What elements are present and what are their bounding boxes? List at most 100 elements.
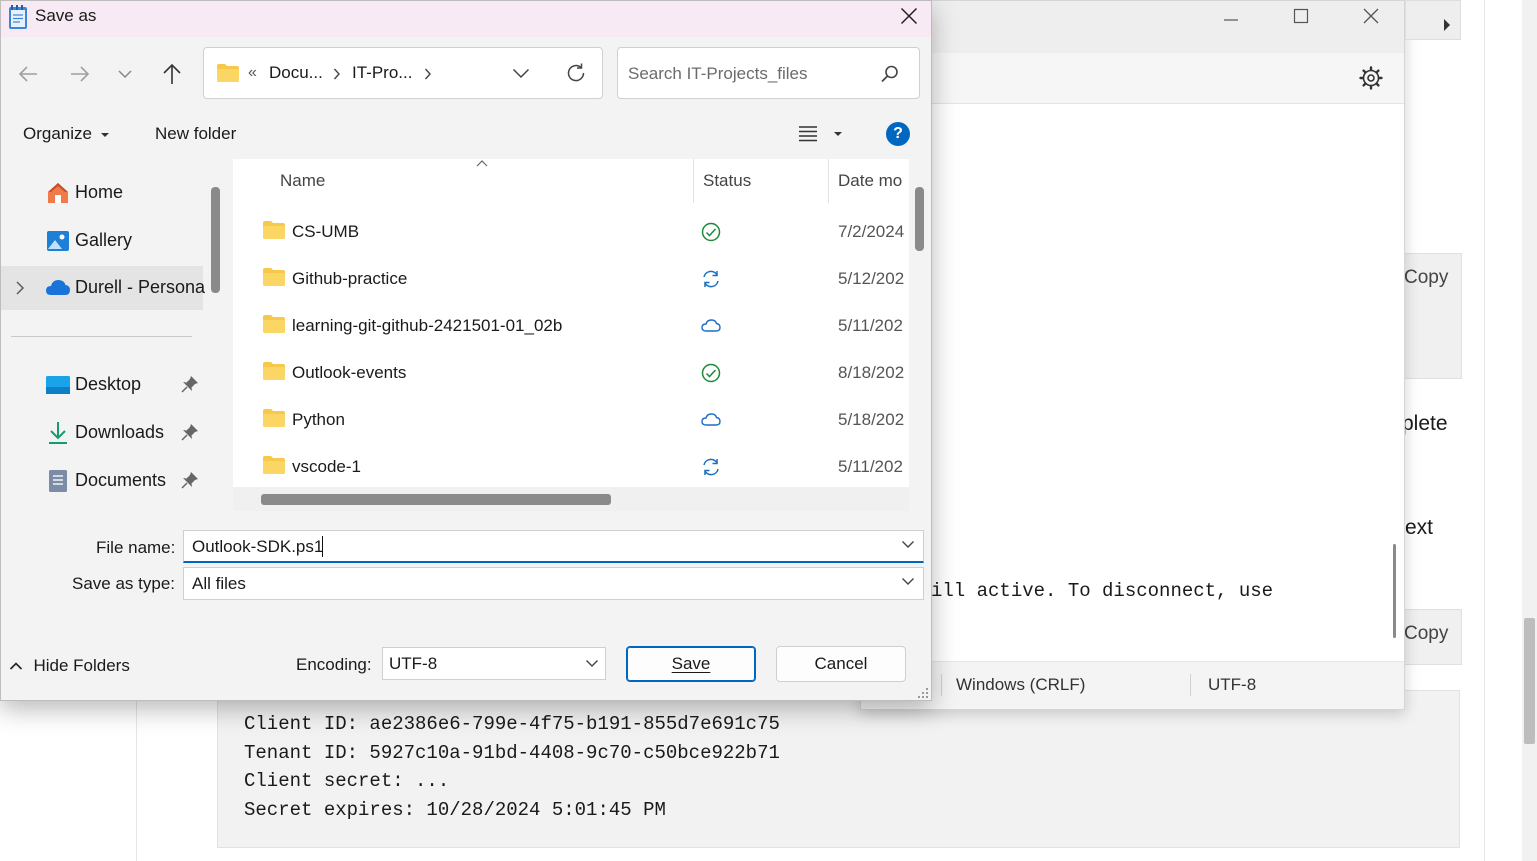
nav-label: Desktop xyxy=(75,374,142,394)
nav-item-desktop[interactable]: Desktop xyxy=(1,363,203,407)
nav-item-onedrive[interactable]: Durell - Personal xyxy=(1,266,209,310)
search-placeholder: Search IT-Projects_files xyxy=(628,64,808,83)
new-folder-button[interactable]: New folder xyxy=(155,124,236,144)
minimize-button[interactable] xyxy=(1196,1,1266,31)
save-button[interactable]: Save xyxy=(626,646,756,682)
column-header-name[interactable]: Name xyxy=(280,171,325,191)
view-options-button[interactable] xyxy=(797,124,847,146)
cancel-button[interactable]: Cancel xyxy=(776,646,906,682)
file-name: Python xyxy=(292,410,345,429)
new-folder-label: New folder xyxy=(155,124,237,143)
arrow-right-icon xyxy=(71,66,90,82)
organize-menu[interactable]: Organize xyxy=(23,124,110,144)
sort-ascending-icon xyxy=(476,160,488,167)
file-date: 5/12/202 xyxy=(838,269,905,288)
nav-divider xyxy=(11,336,192,337)
nav-label: Durell - Personal xyxy=(75,277,210,297)
file-name-label: File name: xyxy=(96,538,176,557)
notepad-statusbar: Windows (CRLF) UTF-8 xyxy=(861,661,1404,709)
column-separator[interactable] xyxy=(828,159,829,203)
file-row[interactable]: Python 5/18/202 xyxy=(233,397,909,444)
documents-icon xyxy=(49,470,67,492)
encoding-status[interactable]: UTF-8 xyxy=(1208,675,1256,695)
code-line: Client ID: ae2386e6-799e-4f75-b191-855d7… xyxy=(244,713,780,735)
nav-pane-scrollbar-thumb[interactable] xyxy=(211,187,220,293)
back-button[interactable] xyxy=(13,59,43,89)
column-header-date[interactable]: Date mo xyxy=(838,171,908,191)
column-header-status[interactable]: Status xyxy=(703,171,751,191)
chevron-right-icon xyxy=(424,68,431,80)
up-button[interactable] xyxy=(157,59,187,89)
caret-down-icon xyxy=(834,132,842,136)
caret-down-icon xyxy=(100,132,109,137)
search-box[interactable]: Search IT-Projects_files xyxy=(617,47,920,99)
breadcrumb-overflow[interactable]: « xyxy=(248,64,257,82)
recent-locations-button[interactable] xyxy=(110,59,140,89)
close-icon xyxy=(1363,8,1379,24)
file-row[interactable]: CS-UMB 7/2/2024 xyxy=(233,209,909,256)
encoding-select[interactable]: UTF-8 xyxy=(382,647,606,680)
file-name-input[interactable]: Outlook-SDK.ps1 xyxy=(183,530,924,563)
nav-item-home[interactable]: Home xyxy=(1,171,203,215)
editor-scrollbar-thumb[interactable] xyxy=(1393,544,1396,638)
desktop-icon xyxy=(46,376,70,394)
code-block-partial: Copy xyxy=(1395,253,1462,379)
hide-folders-button[interactable]: Hide Folders xyxy=(9,656,130,676)
chevron-down-icon xyxy=(902,541,914,548)
copy-button[interactable]: Copy xyxy=(1404,267,1448,289)
page-scrollbar-thumb[interactable] xyxy=(1524,618,1535,744)
cancel-label: Cancel xyxy=(814,654,868,673)
resize-grip-icon[interactable] xyxy=(917,687,929,699)
chevron-down-icon xyxy=(512,68,530,79)
notepad-editor[interactable]: ill active. To disconnect, use xyxy=(861,104,1404,662)
copy-button[interactable]: Copy xyxy=(1404,623,1448,645)
notepad-toolbar xyxy=(861,53,1404,104)
folder-icon xyxy=(263,409,285,427)
nav-label: Downloads xyxy=(75,422,165,442)
nav-label: Home xyxy=(75,182,124,202)
folder-icon xyxy=(263,268,285,286)
file-list-vscroll-thumb[interactable] xyxy=(915,187,924,251)
file-list-hscroll-thumb[interactable] xyxy=(261,494,611,505)
nav-item-documents[interactable]: Documents xyxy=(1,459,203,503)
help-button[interactable]: ? xyxy=(886,122,910,146)
folder-icon xyxy=(263,362,285,380)
nav-item-downloads[interactable]: Downloads xyxy=(1,411,203,455)
column-separator[interactable] xyxy=(693,159,694,203)
save-label: Save xyxy=(671,654,711,673)
forward-button[interactable] xyxy=(65,59,95,89)
file-row[interactable]: Outlook-events 8/18/202 xyxy=(233,350,909,397)
file-row[interactable]: vscode-1 5/11/202 xyxy=(233,444,909,487)
file-row[interactable]: learning-git-github-2421501-01_02b 5/11/… xyxy=(233,303,909,350)
file-row[interactable]: Github-practice 5/12/202 xyxy=(233,256,909,303)
save-type-select[interactable]: All files xyxy=(183,567,924,600)
chevron-down-icon xyxy=(902,578,914,585)
breadcrumb-it-projects[interactable]: IT-Pro... xyxy=(352,63,412,83)
save-type-value: All files xyxy=(192,574,246,593)
cloud-only-icon xyxy=(701,319,721,332)
organize-label: Organize xyxy=(23,124,92,143)
synced-check-icon xyxy=(701,222,721,242)
breadcrumb-documents[interactable]: Docu... xyxy=(269,63,323,83)
chevron-right-icon xyxy=(333,68,340,80)
maximize-icon xyxy=(1293,8,1309,24)
notepad-app-icon xyxy=(9,5,27,29)
dialog-close-button[interactable] xyxy=(887,1,931,31)
syncing-icon xyxy=(703,270,719,288)
settings-button[interactable] xyxy=(1358,65,1384,91)
chevron-right-icon xyxy=(1444,19,1450,31)
line-ending-status[interactable]: Windows (CRLF) xyxy=(956,675,1085,695)
chevron-down-icon xyxy=(586,660,598,667)
file-date: 5/11/202 xyxy=(838,316,903,335)
nav-item-gallery[interactable]: Gallery xyxy=(1,219,203,263)
file-name: Outlook-events xyxy=(292,363,407,382)
close-button[interactable] xyxy=(1336,1,1406,31)
pin-icon xyxy=(181,472,198,489)
save-type-label: Save as type: xyxy=(72,574,176,593)
code-line: Secret expires: 10/28/2024 5:01:45 PM xyxy=(244,799,666,821)
synced-check-icon xyxy=(701,363,721,383)
maximize-button[interactable] xyxy=(1266,1,1336,31)
address-bar[interactable]: « Docu... IT-Pro... xyxy=(203,47,603,99)
nav-label: Documents xyxy=(75,470,167,490)
gallery-icon xyxy=(47,231,69,251)
